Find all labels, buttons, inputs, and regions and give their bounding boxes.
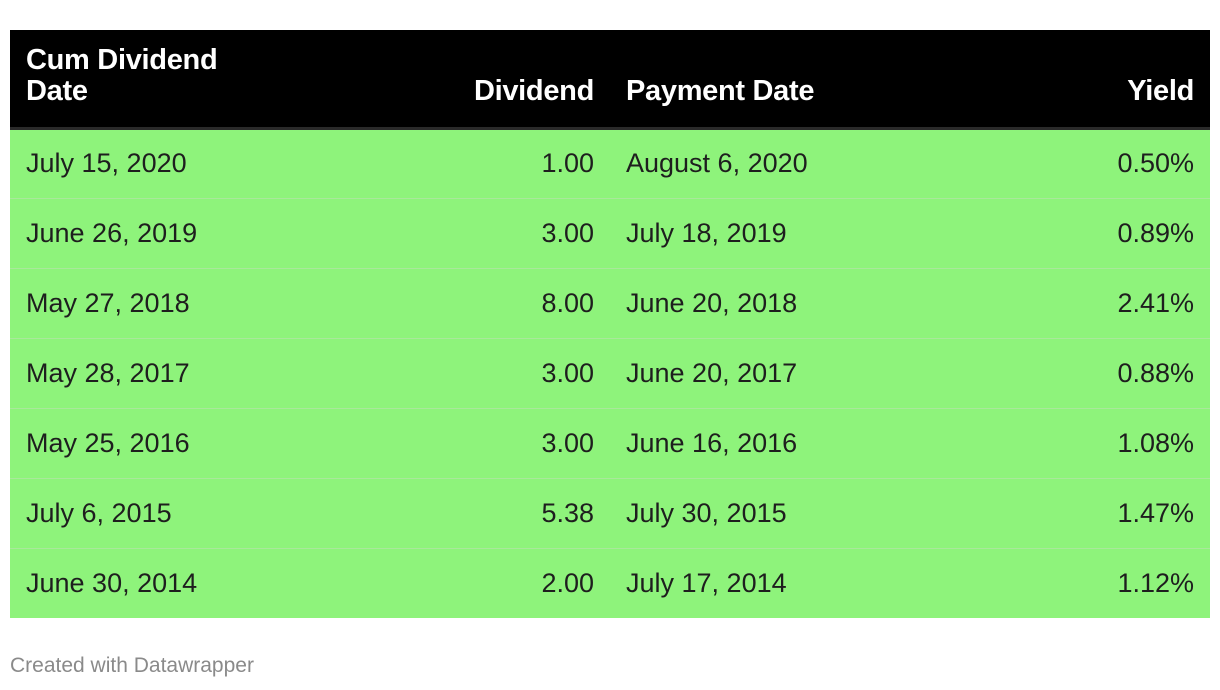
cell-yield: 2.41%	[920, 267, 1210, 338]
cell-dividend: 3.00	[320, 407, 610, 478]
cell-payment-date: July 18, 2019	[610, 197, 920, 268]
cell-dividend: 8.00	[320, 267, 610, 338]
table-row: July 15, 2020 1.00 August 6, 2020 0.50%	[10, 128, 1210, 198]
cell-payment-date: June 16, 2016	[610, 407, 920, 478]
cell-payment-date: June 20, 2018	[610, 267, 920, 338]
cell-yield: 1.08%	[920, 407, 1210, 478]
table-row: May 27, 2018 8.00 June 20, 2018 2.41%	[10, 267, 1210, 338]
table-row: May 25, 2016 3.00 June 16, 2016 1.08%	[10, 407, 1210, 478]
cell-yield: 1.12%	[920, 547, 1210, 618]
cell-yield: 1.47%	[920, 477, 1210, 548]
cell-yield: 0.50%	[1117, 148, 1194, 178]
table-row: June 26, 2019 3.00 July 18, 2019 0.89%	[10, 197, 1210, 268]
cell-cum-dividend-date: June 30, 2014	[10, 547, 320, 618]
cell-cum-dividend-date: July 15, 2020	[26, 148, 187, 178]
header-payment-date: Payment Date	[610, 30, 920, 130]
cell-dividend: 2.00	[320, 547, 610, 618]
cell-cum-dividend-date: May 28, 2017	[10, 337, 320, 408]
cell-payment-date: June 20, 2017	[610, 337, 920, 408]
cell-payment-date: July 17, 2014	[610, 547, 920, 618]
cell-cum-dividend-date: July 6, 2015	[10, 477, 320, 548]
cell-dividend: 1.00	[541, 148, 594, 178]
cell-dividend: 3.00	[320, 337, 610, 408]
header-cum-dividend-date: Cum Dividend Date	[10, 30, 320, 130]
datawrapper-credit: Created with Datawrapper	[10, 654, 254, 677]
cell-payment-date: July 30, 2015	[610, 477, 920, 548]
cell-dividend: 3.00	[320, 197, 610, 268]
cell-yield: 0.89%	[920, 197, 1210, 268]
cell-cum-dividend-date: June 26, 2019	[10, 197, 320, 268]
cell-cum-dividend-date: May 27, 2018	[10, 267, 320, 338]
dividend-table: Cum Dividend Date Dividend Payment Date …	[10, 30, 1210, 618]
cell-payment-date: August 6, 2020	[626, 148, 808, 178]
header-row: Cum Dividend Date Dividend Payment Date …	[10, 30, 1210, 130]
header-cum-dividend-line2: Date	[26, 74, 88, 107]
table-row: May 28, 2017 3.00 June 20, 2017 0.88%	[10, 337, 1210, 408]
table-row: June 30, 2014 2.00 July 17, 2014 1.12%	[10, 547, 1210, 618]
table-row: July 6, 2015 5.38 July 30, 2015 1.47%	[10, 477, 1210, 548]
header-cum-dividend-line1: Cum Dividend	[26, 43, 218, 76]
cell-cum-dividend-date: May 25, 2016	[10, 407, 320, 478]
dividend-table-container: Cum Dividend Date Dividend Payment Date …	[10, 30, 1210, 618]
header-yield: Yield	[920, 30, 1210, 130]
header-dividend: Dividend	[320, 30, 610, 130]
table-body: July 15, 2020 1.00 August 6, 2020 0.50% …	[10, 128, 1210, 618]
cell-dividend: 5.38	[320, 477, 610, 548]
table-header: Cum Dividend Date Dividend Payment Date …	[10, 30, 1210, 130]
cell-yield: 0.88%	[920, 337, 1210, 408]
